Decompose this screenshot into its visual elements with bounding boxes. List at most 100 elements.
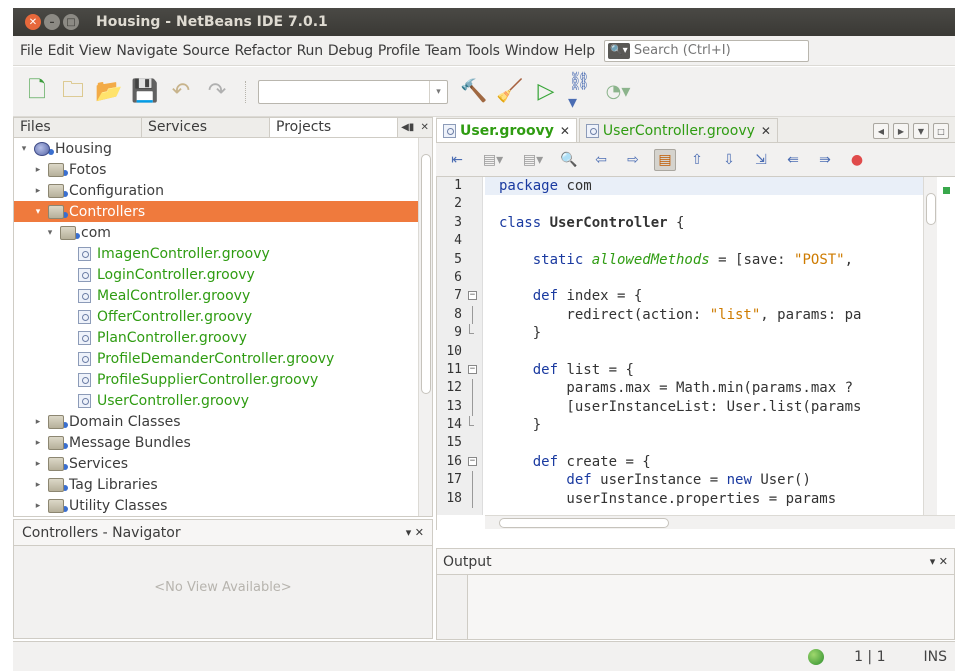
search-box[interactable]: 🔍▾ — [603, 39, 809, 62]
menu-edit[interactable]: Edit — [48, 43, 75, 59]
clean-build-button[interactable]: 🧹 — [496, 78, 524, 106]
no-errors-indicator[interactable] — [943, 187, 950, 194]
tree-item[interactable]: ▸ Utility Classes — [14, 495, 418, 516]
collapsed-arrow-icon[interactable]: ▸ — [32, 417, 44, 427]
toggle-highlight-button[interactable]: ▤ — [654, 148, 676, 171]
code-line[interactable]: package com — [485, 177, 925, 196]
maximize-editor-button[interactable]: □ — [933, 123, 949, 139]
tab-user-groovy[interactable]: User.groovy ✕ — [436, 118, 577, 142]
tree-item[interactable]: ▸ Configuration — [14, 180, 418, 201]
new-file-button[interactable]: 🗋 — [23, 78, 51, 106]
menu-team[interactable]: Team — [425, 43, 461, 59]
editor-horizontal-scrollbar[interactable] — [485, 515, 955, 529]
tree-item[interactable]: ▸ Domain Classes — [14, 411, 418, 432]
start-macro-button[interactable]: ● — [846, 149, 868, 171]
scroll-tabs-right-button[interactable]: ▶ — [893, 123, 909, 139]
last-edit-button[interactable]: ⇤ — [446, 149, 468, 171]
collapsed-arrow-icon[interactable]: ▸ — [32, 480, 44, 490]
panel-menu-icon[interactable]: ▾ — [930, 555, 936, 568]
scroll-thumb[interactable] — [926, 193, 936, 225]
code-line[interactable]: userInstance.properties = params — [485, 490, 925, 508]
close-window-button[interactable]: ✕ — [25, 14, 41, 30]
code-line[interactable]: def list = { — [485, 361, 925, 379]
code-line[interactable] — [485, 195, 925, 213]
expanded-arrow-icon[interactable]: ▾ — [18, 144, 30, 154]
tab-files[interactable]: Files — [14, 118, 142, 137]
code-line[interactable]: redirect(action: "list", params: pa — [485, 306, 925, 324]
code-line[interactable]: params.max = Math.min(params.max ? — [485, 379, 925, 397]
code-line[interactable]: class UserController { — [485, 214, 925, 232]
expanded-arrow-icon[interactable]: ▾ — [44, 228, 56, 238]
configuration-select[interactable]: ▾ — [258, 79, 448, 104]
tree-item[interactable]: UserController.groovy — [14, 390, 418, 411]
tree-item[interactable]: ▾ Housing — [14, 138, 418, 159]
menu-refactor[interactable]: Refactor — [234, 43, 291, 59]
build-button[interactable]: 🔨 — [460, 78, 488, 106]
collapsed-arrow-icon[interactable]: ▸ — [32, 165, 44, 175]
tree-item[interactable]: ▾ Controllers — [14, 201, 418, 222]
minimize-window-button[interactable]: – — [44, 14, 60, 30]
next-bookmark-button[interactable]: ⇩ — [718, 149, 740, 171]
menu-profile[interactable]: Profile — [378, 43, 420, 59]
code-editor[interactable]: 1 2 3 4 5 6 7−8 9 10 11−12 13 14 15 16−17 18 package c… — [436, 177, 955, 530]
menu-file[interactable]: File — [20, 43, 43, 59]
toggle-bookmark-button[interactable]: ⇲ — [750, 149, 772, 171]
find-previous-button[interactable]: ⇦ — [590, 149, 612, 171]
tab-usercontroller-groovy[interactable]: UserController.groovy ✕ — [578, 118, 778, 142]
notifications-icon[interactable] — [808, 648, 825, 665]
menu-run[interactable]: Run — [297, 43, 323, 59]
menu-view[interactable]: View — [79, 43, 112, 59]
output-content[interactable] — [467, 575, 954, 639]
scroll-thumb[interactable] — [421, 154, 431, 394]
code-line[interactable] — [485, 343, 925, 361]
code-area[interactable]: package com class UserController { static… — [485, 177, 925, 515]
fold-collapse-icon[interactable]: − — [468, 291, 477, 301]
tree-item[interactable]: ▸ Fotos — [14, 159, 418, 180]
search-input[interactable] — [633, 43, 804, 58]
tree-item[interactable]: OfferController.groovy — [14, 306, 418, 327]
shift-left-button[interactable]: ⇚ — [782, 149, 804, 171]
collapsed-arrow-icon[interactable]: ▸ — [32, 459, 44, 469]
fold-collapse-icon[interactable]: − — [468, 364, 477, 374]
expanded-arrow-icon[interactable]: ▾ — [32, 207, 44, 217]
tree-item[interactable]: MealController.groovy — [14, 285, 418, 306]
previous-bookmark-button[interactable]: ⇧ — [686, 149, 708, 171]
back-button[interactable]: ▤▾ — [478, 149, 508, 171]
tree-item[interactable]: ProfileSupplierController.groovy — [14, 369, 418, 390]
tree-item[interactable]: ImagenController.groovy — [14, 243, 418, 264]
save-all-button[interactable]: 💾 — [131, 78, 159, 106]
tree-item[interactable]: ▸ Services — [14, 453, 418, 474]
redo-button[interactable]: ↷ — [203, 78, 231, 106]
menu-source[interactable]: Source — [183, 43, 230, 59]
tree-item[interactable]: LoginController.groovy — [14, 264, 418, 285]
tree-item[interactable]: ▾ com — [14, 222, 418, 243]
scroll-tabs-left-button[interactable]: ◀ — [873, 123, 889, 139]
code-line[interactable]: def userInstance = new User() — [485, 471, 925, 489]
code-line[interactable]: } — [485, 324, 925, 342]
run-button[interactable]: ▷ — [532, 78, 560, 106]
code-line[interactable]: def create = { — [485, 453, 925, 471]
forward-button[interactable]: ▤▾ — [518, 149, 548, 171]
menu-tools[interactable]: Tools — [466, 43, 500, 59]
code-line[interactable] — [485, 232, 925, 250]
code-line[interactable] — [485, 434, 925, 452]
collapsed-arrow-icon[interactable]: ▸ — [32, 501, 44, 511]
profile-button[interactable]: ◔▾ — [604, 78, 632, 106]
open-project-button[interactable]: 📂 — [95, 78, 123, 106]
close-icon[interactable]: ✕ — [415, 526, 424, 539]
search-icon[interactable]: 🔍▾ — [607, 42, 630, 59]
collapsed-arrow-icon[interactable]: ▸ — [32, 438, 44, 448]
new-project-button[interactable]: 🗀 — [59, 78, 87, 106]
editor-vertical-scrollbar[interactable] — [923, 177, 937, 515]
menu-navigate[interactable]: Navigate — [116, 43, 177, 59]
undo-button[interactable]: ↶ — [167, 78, 195, 106]
find-selection-button[interactable]: 🔍 — [558, 149, 580, 171]
scroll-thumb[interactable] — [499, 518, 669, 528]
fold-collapse-icon[interactable]: − — [468, 456, 477, 466]
tree-item[interactable]: ▸ Tag Libraries — [14, 474, 418, 495]
debug-button[interactable]: ⛓▾ — [568, 71, 596, 113]
tree-item[interactable]: PlanController.groovy — [14, 327, 418, 348]
tab-services[interactable]: Services — [142, 118, 270, 137]
code-line[interactable]: } — [485, 416, 925, 434]
shift-right-button[interactable]: ⇛ — [814, 149, 836, 171]
